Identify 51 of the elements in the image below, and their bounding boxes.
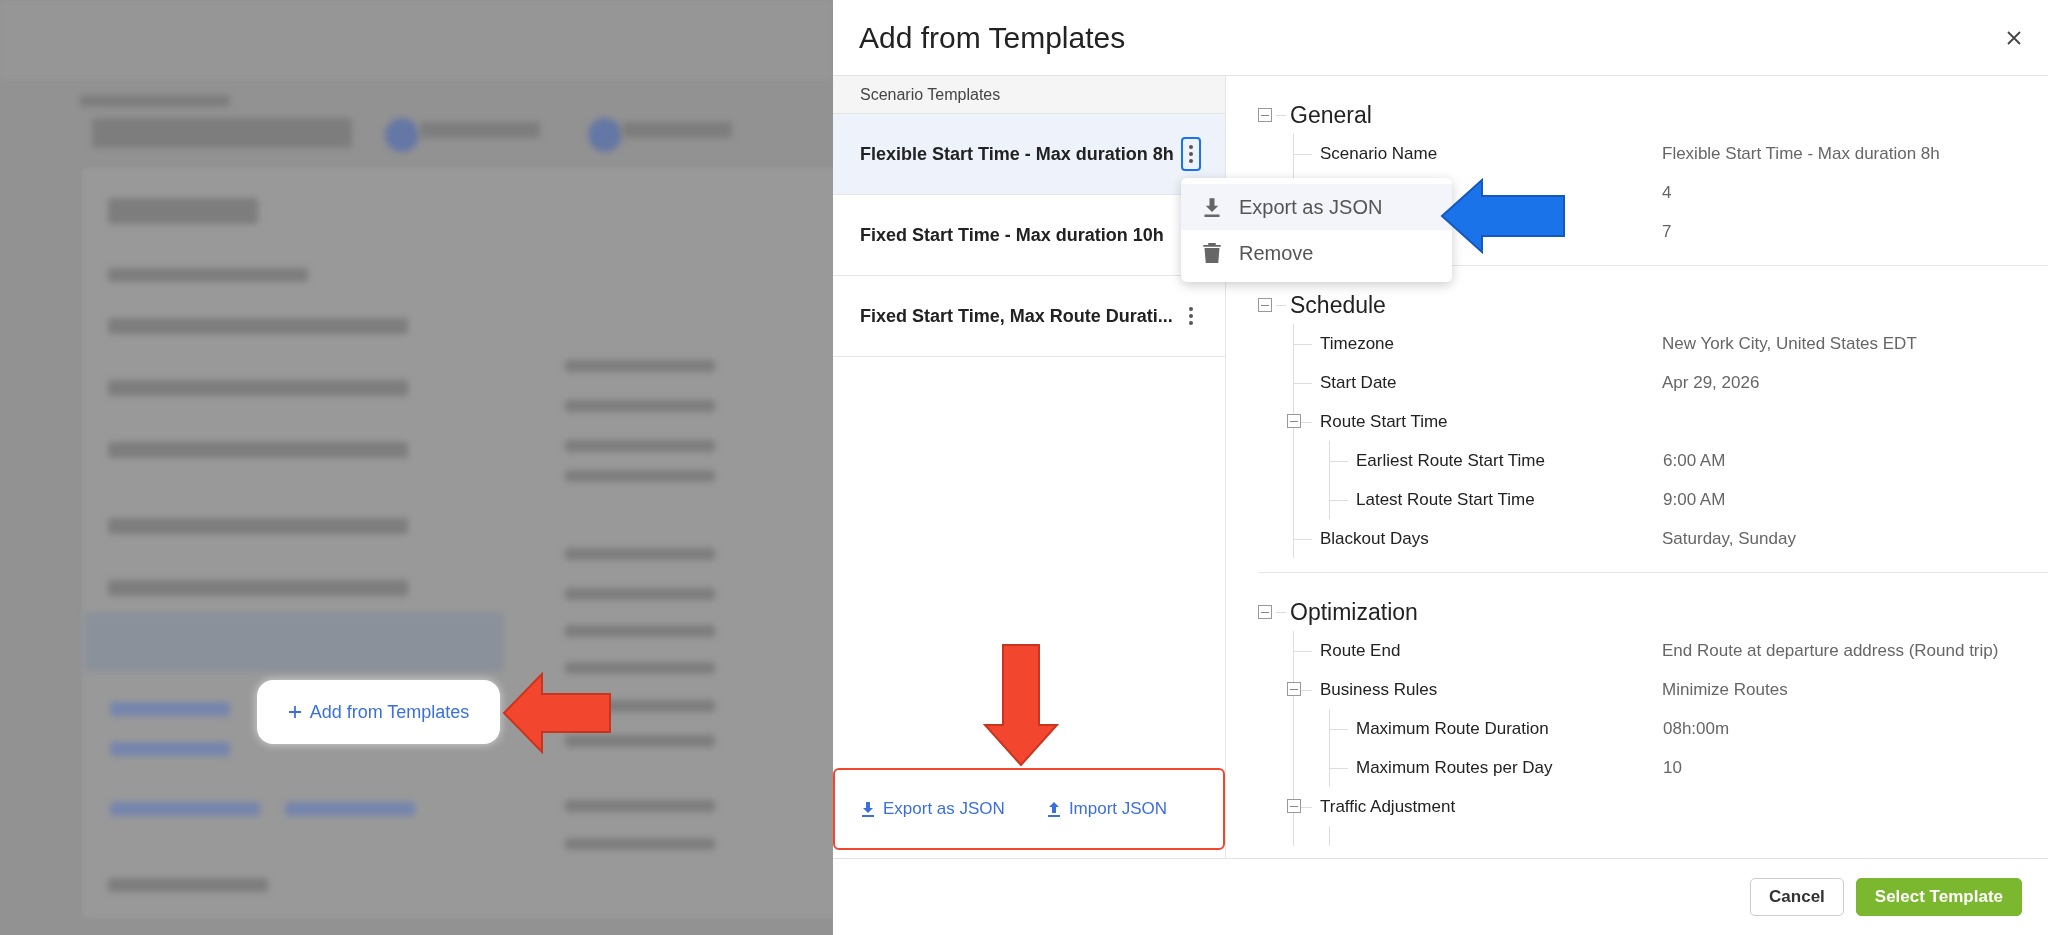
- section-title: Optimization: [1290, 598, 1418, 626]
- more-options-icon[interactable]: [1181, 137, 1201, 171]
- field-value: New York City, United States EDT: [1662, 333, 1917, 354]
- dialog-button[interactable]: Cancel: [1750, 878, 1844, 916]
- collapse-icon[interactable]: [1287, 682, 1301, 696]
- field-label: Blackout Days: [1320, 528, 1429, 548]
- collapse-icon[interactable]: [1287, 799, 1301, 813]
- list-header: Scenario Templates: [833, 76, 1225, 114]
- close-icon[interactable]: [2006, 29, 2022, 46]
- plus-icon: [287, 705, 302, 719]
- template-name: Fixed Start Time - Max duration 10h: [860, 224, 1164, 246]
- field-label: Route Start Time: [1320, 411, 1448, 431]
- field-value: 9:00 AM: [1663, 489, 1726, 510]
- section-title: Schedule: [1290, 291, 1386, 319]
- download-icon: [861, 801, 875, 817]
- field-value: 4: [1662, 182, 1672, 203]
- field-label: Earliest Route Start Time: [1356, 450, 1545, 470]
- field-label: Scenario Name: [1320, 143, 1438, 163]
- field-value: End Route at departure address (Round trip): [1662, 640, 1999, 661]
- field-value: 08h:00m: [1663, 718, 1730, 739]
- field-value: Minimize Routes: [1662, 679, 1788, 700]
- upload-icon: [1046, 801, 1061, 817]
- field-label: Business Rules: [1320, 679, 1438, 699]
- field-label: Start Date: [1320, 372, 1397, 392]
- field-value: Apr 29, 2026: [1662, 372, 1760, 393]
- collapse-icon[interactable]: [1258, 298, 1272, 312]
- section-title: General: [1290, 101, 1372, 129]
- collapse-icon[interactable]: [1258, 605, 1272, 619]
- template-name: Flexible Start Time - Max duration 8h: [860, 143, 1174, 165]
- trash-icon: [1203, 243, 1221, 263]
- template-name: Fixed Start Time, Max Route Durati...: [860, 305, 1173, 327]
- template-item[interactable]: Flexible Start Time - Max duration 8h: [833, 114, 1225, 195]
- field-value: 10: [1663, 757, 1682, 778]
- download-icon: [1203, 197, 1221, 217]
- menu-item[interactable]: Export as JSON: [1181, 184, 1452, 230]
- field-value: 7: [1662, 221, 1672, 242]
- field-label: Latest Route Start Time: [1356, 489, 1535, 509]
- collapse-icon[interactable]: [1287, 414, 1301, 428]
- field-label: Maximum Route Duration: [1356, 718, 1549, 738]
- field-label: Route End: [1320, 640, 1401, 660]
- field-value: 6:00 AM: [1663, 450, 1726, 471]
- json-link[interactable]: Export as JSON: [861, 799, 1005, 819]
- dialog-title: Add from Templates: [859, 20, 1126, 55]
- field-label: Timezone: [1320, 333, 1394, 353]
- field-label: Traffic Adjustment: [1320, 796, 1456, 816]
- field-value: Flexible Start Time - Max duration 8h: [1662, 143, 1940, 164]
- field-value: Saturday, Sunday: [1662, 528, 1796, 549]
- collapse-icon[interactable]: [1258, 108, 1272, 122]
- json-link[interactable]: Import JSON: [1046, 799, 1168, 819]
- field-label: Maximum Routes per Day: [1356, 757, 1553, 777]
- add-from-templates-button[interactable]: Add from Templates: [257, 680, 500, 744]
